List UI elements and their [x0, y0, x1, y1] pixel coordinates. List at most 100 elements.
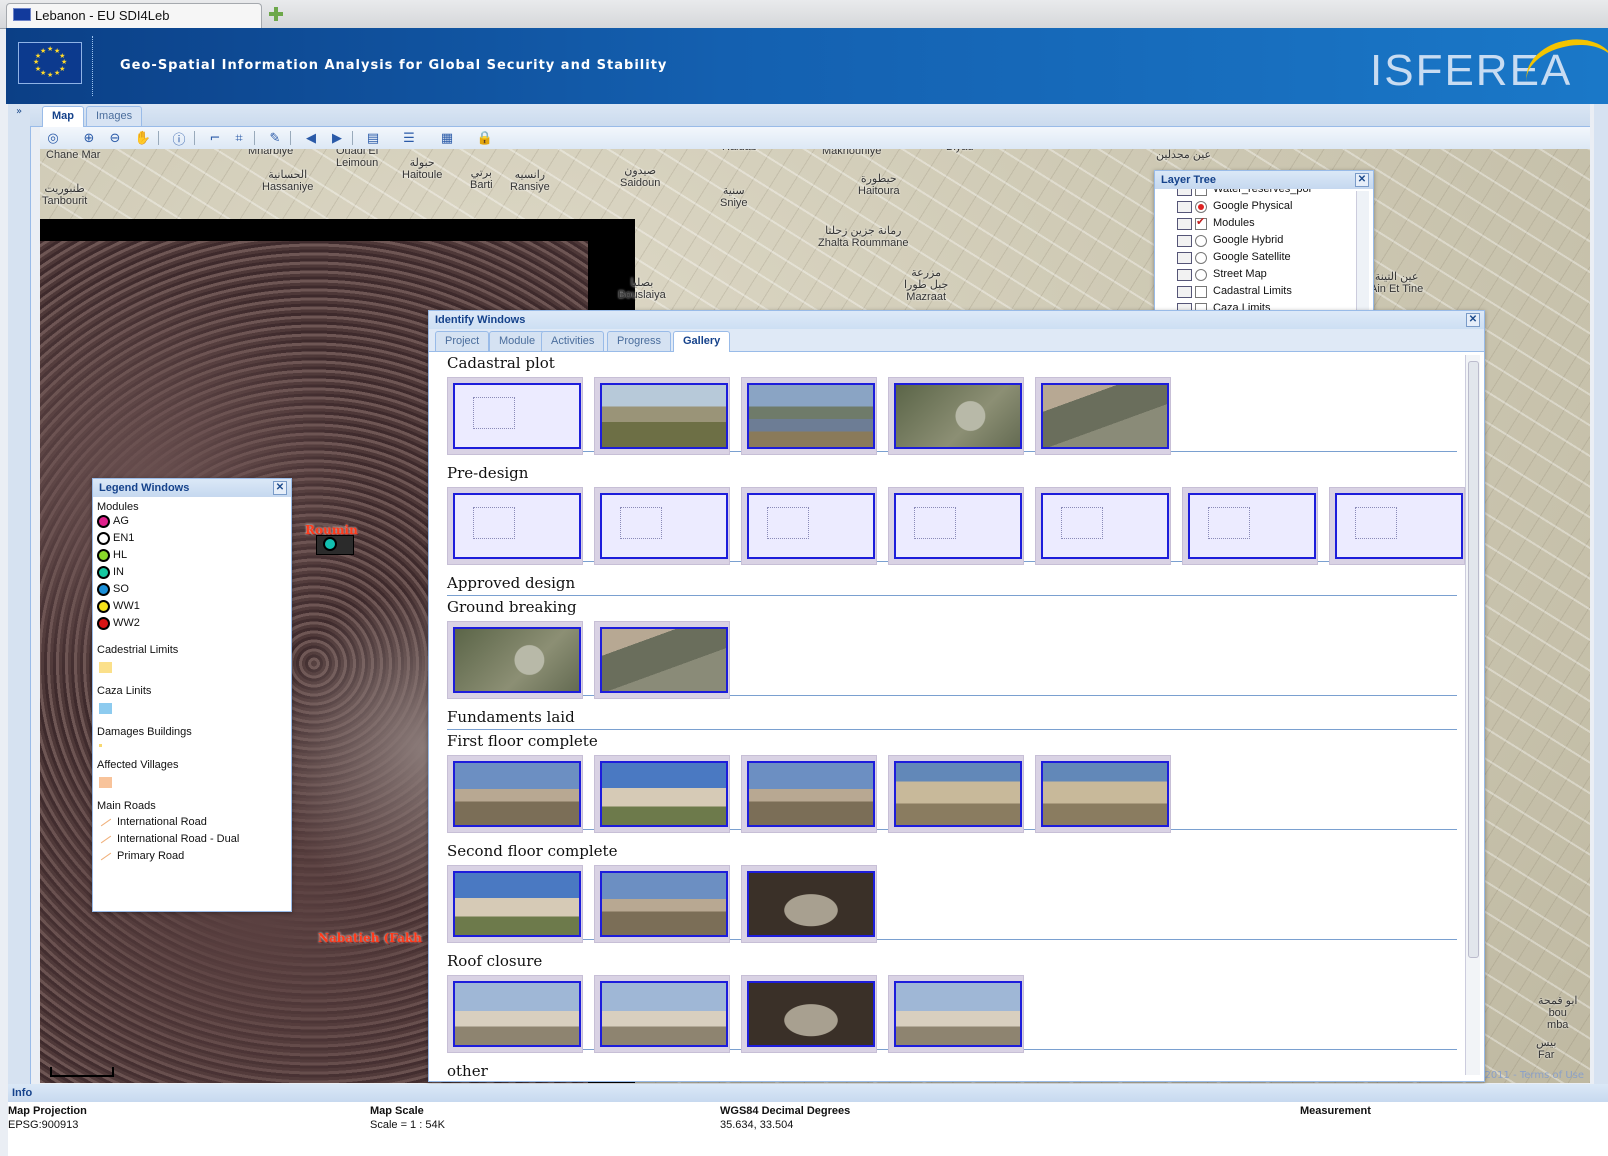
gallery-thumbnail[interactable] [1182, 487, 1318, 565]
thumbnail-image[interactable] [1188, 493, 1316, 559]
layer-tree-item[interactable]: Water_reserves_poi [1155, 189, 1373, 198]
thumbnail-image[interactable] [453, 383, 581, 449]
previous-view-icon[interactable]: ◀ [302, 129, 320, 147]
thumbnail-image[interactable] [747, 383, 875, 449]
gallery-scrollbar[interactable] [1465, 355, 1480, 1075]
tab-map[interactable]: Map [42, 106, 84, 127]
tab-activities[interactable]: Activities [541, 331, 605, 351]
gallery-thumbnail[interactable] [594, 621, 730, 699]
layer-tree-item[interactable]: Modules [1155, 214, 1373, 232]
layer-tree-item[interactable]: Cadastral Limits [1155, 283, 1373, 300]
thumbnail-image[interactable] [747, 761, 875, 827]
thumbnail-image[interactable] [453, 871, 581, 937]
west-panel-collapsed[interactable]: » [8, 104, 31, 1084]
gallery-thumbnail[interactable] [447, 755, 583, 833]
layer-checkbox[interactable] [1195, 286, 1207, 298]
legend-window-header[interactable]: Legend Windows ✕ [93, 479, 291, 497]
layer-tree-header[interactable]: Layer Tree ✕ [1155, 171, 1373, 189]
gallery-thumbnail[interactable] [594, 487, 730, 565]
gallery-thumbnail[interactable] [594, 755, 730, 833]
gallery-thumbnail[interactable] [1035, 755, 1171, 833]
layer-radio[interactable] [1195, 201, 1207, 213]
layer-tree-item[interactable]: Street Map [1155, 266, 1373, 283]
legend-window[interactable]: Legend Windows ✕ Modules AG EN1 HL IN SO WW1 W… [92, 478, 292, 912]
info-panel-header[interactable]: Info [8, 1084, 1608, 1102]
gallery-thumbnail[interactable] [447, 487, 583, 565]
thumbnail-image[interactable] [1041, 761, 1169, 827]
thumbnail-image[interactable] [1335, 493, 1463, 559]
identify-window[interactable]: Identify Windows ✕ Project Module Activiti… [428, 310, 1485, 1082]
legend-window-icon[interactable]: ▤ [364, 129, 382, 147]
gallery-thumbnail[interactable] [447, 377, 583, 455]
gallery-thumbnail[interactable] [741, 975, 877, 1053]
zoom-extent-icon[interactable]: ◎ [44, 129, 62, 147]
gallery-thumbnail[interactable] [888, 755, 1024, 833]
layer-tree-item[interactable]: Google Physical [1155, 198, 1373, 215]
thumbnail-image[interactable] [600, 981, 728, 1047]
tab-images[interactable]: Images [86, 106, 143, 126]
thumbnail-image[interactable] [600, 761, 728, 827]
layer-radio[interactable] [1195, 269, 1207, 281]
gallery-thumbnail[interactable] [594, 975, 730, 1053]
gallery-thumbnail[interactable] [888, 975, 1024, 1053]
layer-tree-close-icon[interactable]: ✕ [1355, 173, 1369, 187]
east-panel-collapsed[interactable] [1594, 104, 1608, 1084]
thumbnail-image[interactable] [600, 383, 728, 449]
identify-close-icon[interactable]: ✕ [1466, 313, 1480, 327]
layer-checkbox[interactable] [1195, 189, 1207, 196]
tab-progress[interactable]: Progress [607, 331, 672, 351]
gallery-thumbnail[interactable] [447, 975, 583, 1053]
tab-gallery[interactable]: Gallery [673, 331, 731, 352]
thumbnail-image[interactable] [600, 871, 728, 937]
gallery-thumbnail[interactable] [741, 865, 877, 943]
gallery-thumbnail[interactable] [447, 865, 583, 943]
layer-tree-icon[interactable]: ☰ [400, 129, 418, 147]
layer-checkbox[interactable] [1195, 214, 1207, 231]
gallery-thumbnail[interactable] [594, 377, 730, 455]
thumbnail-image[interactable] [453, 981, 581, 1047]
thumbnail-image[interactable] [747, 981, 875, 1047]
thumbnail-image[interactable] [600, 493, 728, 559]
pan-hand-icon[interactable]: ✋ [134, 129, 152, 147]
layer-tree-scrollbar[interactable] [1356, 191, 1369, 327]
thumbnail-image[interactable] [894, 761, 1022, 827]
identify-window-header[interactable]: Identify Windows ✕ [429, 311, 1484, 329]
next-view-icon[interactable]: ▶ [328, 129, 346, 147]
lock-icon[interactable]: 🔒 [476, 129, 494, 147]
thumbnail-image[interactable] [453, 493, 581, 559]
gallery-thumbnail[interactable] [1035, 377, 1171, 455]
expand-arrows-icon[interactable]: » [8, 106, 30, 117]
thumbnail-image[interactable] [600, 627, 728, 693]
gallery-thumbnail[interactable] [447, 621, 583, 699]
thumbnail-image[interactable] [747, 871, 875, 937]
identify-window-icon[interactable]: ▦ [438, 129, 456, 147]
thumbnail-image[interactable] [1041, 493, 1169, 559]
gallery-thumbnail[interactable] [888, 377, 1024, 455]
thumbnail-image[interactable] [747, 493, 875, 559]
thumbnail-image[interactable] [453, 627, 581, 693]
measure-area-icon[interactable]: ⌗ [230, 129, 248, 147]
zoom-out-icon[interactable]: ⊖ [106, 129, 124, 147]
measure-line-icon[interactable]: ⌐ [206, 129, 224, 147]
tab-module[interactable]: Module [489, 331, 546, 351]
thumbnail-image[interactable] [894, 981, 1022, 1047]
gallery-thumbnail[interactable] [1035, 487, 1171, 565]
new-tab-plus-icon[interactable] [268, 6, 284, 22]
gallery-thumbnail[interactable] [888, 487, 1024, 565]
draw-pencil-icon[interactable]: ✎ [266, 129, 284, 147]
thumbnail-image[interactable] [1041, 383, 1169, 449]
info-icon[interactable]: ⓘ [170, 129, 188, 148]
gallery-scroll-thumb[interactable] [1468, 361, 1479, 958]
browser-tab[interactable]: Lebanon - EU SDI4Leb [6, 3, 262, 28]
zoom-in-icon[interactable]: ⊕ [80, 129, 98, 147]
tab-project[interactable]: Project [435, 331, 490, 351]
gallery-thumbnail[interactable] [741, 377, 877, 455]
layer-radio[interactable] [1195, 252, 1207, 264]
thumbnail-image[interactable] [894, 383, 1022, 449]
gallery-thumbnail[interactable] [594, 865, 730, 943]
legend-close-icon[interactable]: ✕ [273, 481, 287, 495]
thumbnail-image[interactable] [894, 493, 1022, 559]
gallery-thumbnail[interactable] [741, 755, 877, 833]
module-marker[interactable] [323, 537, 337, 551]
layer-radio[interactable] [1195, 235, 1207, 247]
